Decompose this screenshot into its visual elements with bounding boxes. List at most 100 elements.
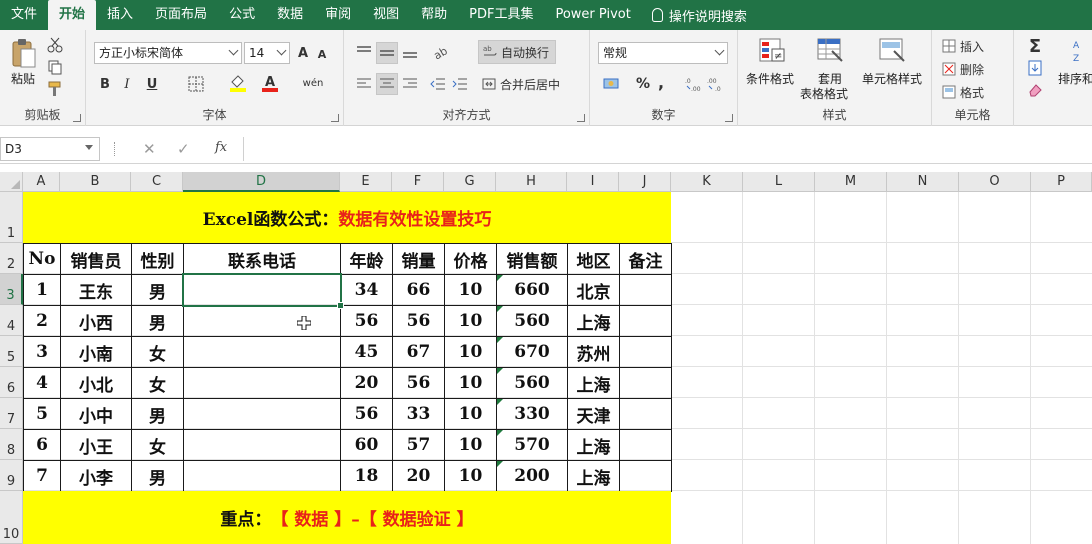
percent-button[interactable]: % <box>634 74 652 94</box>
tab-file[interactable]: 文件 <box>0 0 48 30</box>
increase-decimal-icon[interactable]: .0.00 <box>684 74 704 94</box>
format-cells-button[interactable]: 格式 <box>942 83 1010 101</box>
row-header-4[interactable]: 4 <box>0 305 23 336</box>
align-middle-icon[interactable] <box>376 42 398 64</box>
cell-styles-button[interactable]: 单元格样式 <box>862 70 922 87</box>
cell-phone[interactable] <box>183 336 341 368</box>
footer-banner[interactable]: 重点： 【 数据 】–【 数据验证 】 <box>23 491 671 544</box>
italic-button[interactable]: I <box>118 74 136 94</box>
accounting-format-icon[interactable] <box>600 74 624 94</box>
tell-me-search[interactable]: 操作说明搜索 <box>642 6 747 25</box>
cell-region[interactable]: 上海 <box>567 305 620 337</box>
cell-age[interactable]: 34 <box>340 274 393 306</box>
phonetic-button[interactable]: wén <box>300 72 326 96</box>
cell-gender[interactable]: 男 <box>131 398 184 430</box>
bold-button[interactable]: B <box>96 74 114 94</box>
column-header-d[interactable]: D <box>183 172 340 192</box>
cell-region[interactable]: 天津 <box>567 398 620 430</box>
cell-price[interactable]: 10 <box>444 274 497 306</box>
tab-power-pivot[interactable]: Power Pivot <box>544 0 641 30</box>
formula-input[interactable] <box>243 137 1092 161</box>
format-as-table-icon[interactable] <box>814 36 846 66</box>
cell-remarks[interactable] <box>619 336 672 368</box>
cell-age[interactable]: 56 <box>340 305 393 337</box>
row-header-5[interactable]: 5 <box>0 336 23 367</box>
tab-pdf-tools[interactable]: PDF工具集 <box>458 0 544 30</box>
header-cell-no[interactable]: No <box>23 243 61 275</box>
cancel-icon[interactable]: ✕ <box>143 140 156 158</box>
cell-region[interactable]: 上海 <box>567 460 620 492</box>
cell-sales-qty[interactable]: 57 <box>392 429 445 461</box>
merge-center-button[interactable]: 合并后居中 <box>478 73 572 95</box>
cell-age[interactable]: 18 <box>340 460 393 492</box>
row-header-6[interactable]: 6 <box>0 367 23 398</box>
font-color-button[interactable]: A <box>258 72 282 94</box>
borders-button[interactable] <box>182 74 210 94</box>
decrease-decimal-icon[interactable]: .00.0 <box>706 74 726 94</box>
sort-filter-icon[interactable]: AZ <box>1070 36 1092 66</box>
row-header-9[interactable]: 9 <box>0 460 23 491</box>
cell-styles-icon[interactable] <box>876 36 908 66</box>
cell-remarks[interactable] <box>619 305 672 337</box>
cell-revenue[interactable]: 660 <box>496 274 568 306</box>
cell-sales-qty[interactable]: 66 <box>392 274 445 306</box>
cell-age[interactable]: 60 <box>340 429 393 461</box>
cell-remarks[interactable] <box>619 367 672 399</box>
cell-salesperson[interactable]: 小中 <box>60 398 132 430</box>
number-format-select[interactable]: 常规 <box>598 42 728 64</box>
tab-home[interactable]: 开始 <box>48 0 97 30</box>
clear-icon[interactable] <box>1024 80 1046 100</box>
align-bottom-icon[interactable] <box>400 42 420 62</box>
column-header-k[interactable]: K <box>671 172 743 192</box>
column-header-n[interactable]: N <box>887 172 959 192</box>
cell-salesperson[interactable]: 王东 <box>60 274 132 306</box>
tab-page-layout[interactable]: 页面布局 <box>144 0 218 30</box>
cell-no[interactable]: 5 <box>23 398 61 430</box>
cell-price[interactable]: 10 <box>444 336 497 368</box>
worksheet-grid[interactable]: A B C D E F G H I J K L M N O P 1 2 3 4 … <box>0 172 1092 544</box>
comma-button[interactable]: , <box>654 72 668 92</box>
header-cell-gender[interactable]: 性别 <box>131 243 184 275</box>
cell-revenue[interactable]: 570 <box>496 429 568 461</box>
paste-label[interactable]: 粘贴 <box>11 70 35 87</box>
cell-no[interactable]: 7 <box>23 460 61 492</box>
header-cell-revenue[interactable]: 销售额 <box>496 243 568 275</box>
cell-phone[interactable] <box>183 274 341 306</box>
cell-sales-qty[interactable]: 67 <box>392 336 445 368</box>
align-top-icon[interactable] <box>354 42 374 62</box>
orientation-icon[interactable]: ab <box>428 42 456 62</box>
underline-button[interactable]: U <box>140 74 164 94</box>
cell-sales-qty[interactable]: 20 <box>392 460 445 492</box>
wrap-text-button[interactable]: ab 自动换行 <box>478 40 556 64</box>
cell-region[interactable]: 苏州 <box>567 336 620 368</box>
alignment-dialog-launcher[interactable] <box>577 114 585 122</box>
cell-sales-qty[interactable]: 33 <box>392 398 445 430</box>
shrink-font-button[interactable]: A <box>314 46 330 62</box>
conditional-formatting-icon[interactable]: ≠ <box>756 36 788 66</box>
cell-age[interactable]: 45 <box>340 336 393 368</box>
cell-sales-qty[interactable]: 56 <box>392 305 445 337</box>
cell-gender[interactable]: 男 <box>131 305 184 337</box>
column-header-i[interactable]: I <box>567 172 619 192</box>
fill-color-button[interactable] <box>226 72 250 94</box>
column-header-a[interactable]: A <box>23 172 60 192</box>
column-header-g[interactable]: G <box>444 172 496 192</box>
cell-revenue[interactable]: 560 <box>496 305 568 337</box>
cell-price[interactable]: 10 <box>444 367 497 399</box>
select-all-button[interactable] <box>0 172 23 192</box>
tab-data[interactable]: 数据 <box>266 0 314 30</box>
cell-salesperson[interactable]: 小李 <box>60 460 132 492</box>
format-painter-icon[interactable] <box>46 80 64 98</box>
align-right-icon[interactable] <box>400 74 420 94</box>
header-cell-salesperson[interactable]: 销售员 <box>60 243 132 275</box>
insert-cells-button[interactable]: 插入 <box>942 37 1010 55</box>
font-name-select[interactable]: 方正小标宋简体 <box>94 42 242 64</box>
autosum-icon[interactable]: Σ <box>1024 36 1046 57</box>
conditional-formatting-button[interactable]: 条件格式 <box>746 70 794 87</box>
increase-indent-icon[interactable] <box>450 74 470 94</box>
cell-revenue[interactable]: 560 <box>496 367 568 399</box>
formula-bar-splitter[interactable] <box>114 142 117 156</box>
header-cell-age[interactable]: 年龄 <box>340 243 393 275</box>
column-header-j[interactable]: J <box>619 172 671 192</box>
cell-region[interactable]: 北京 <box>567 274 620 306</box>
